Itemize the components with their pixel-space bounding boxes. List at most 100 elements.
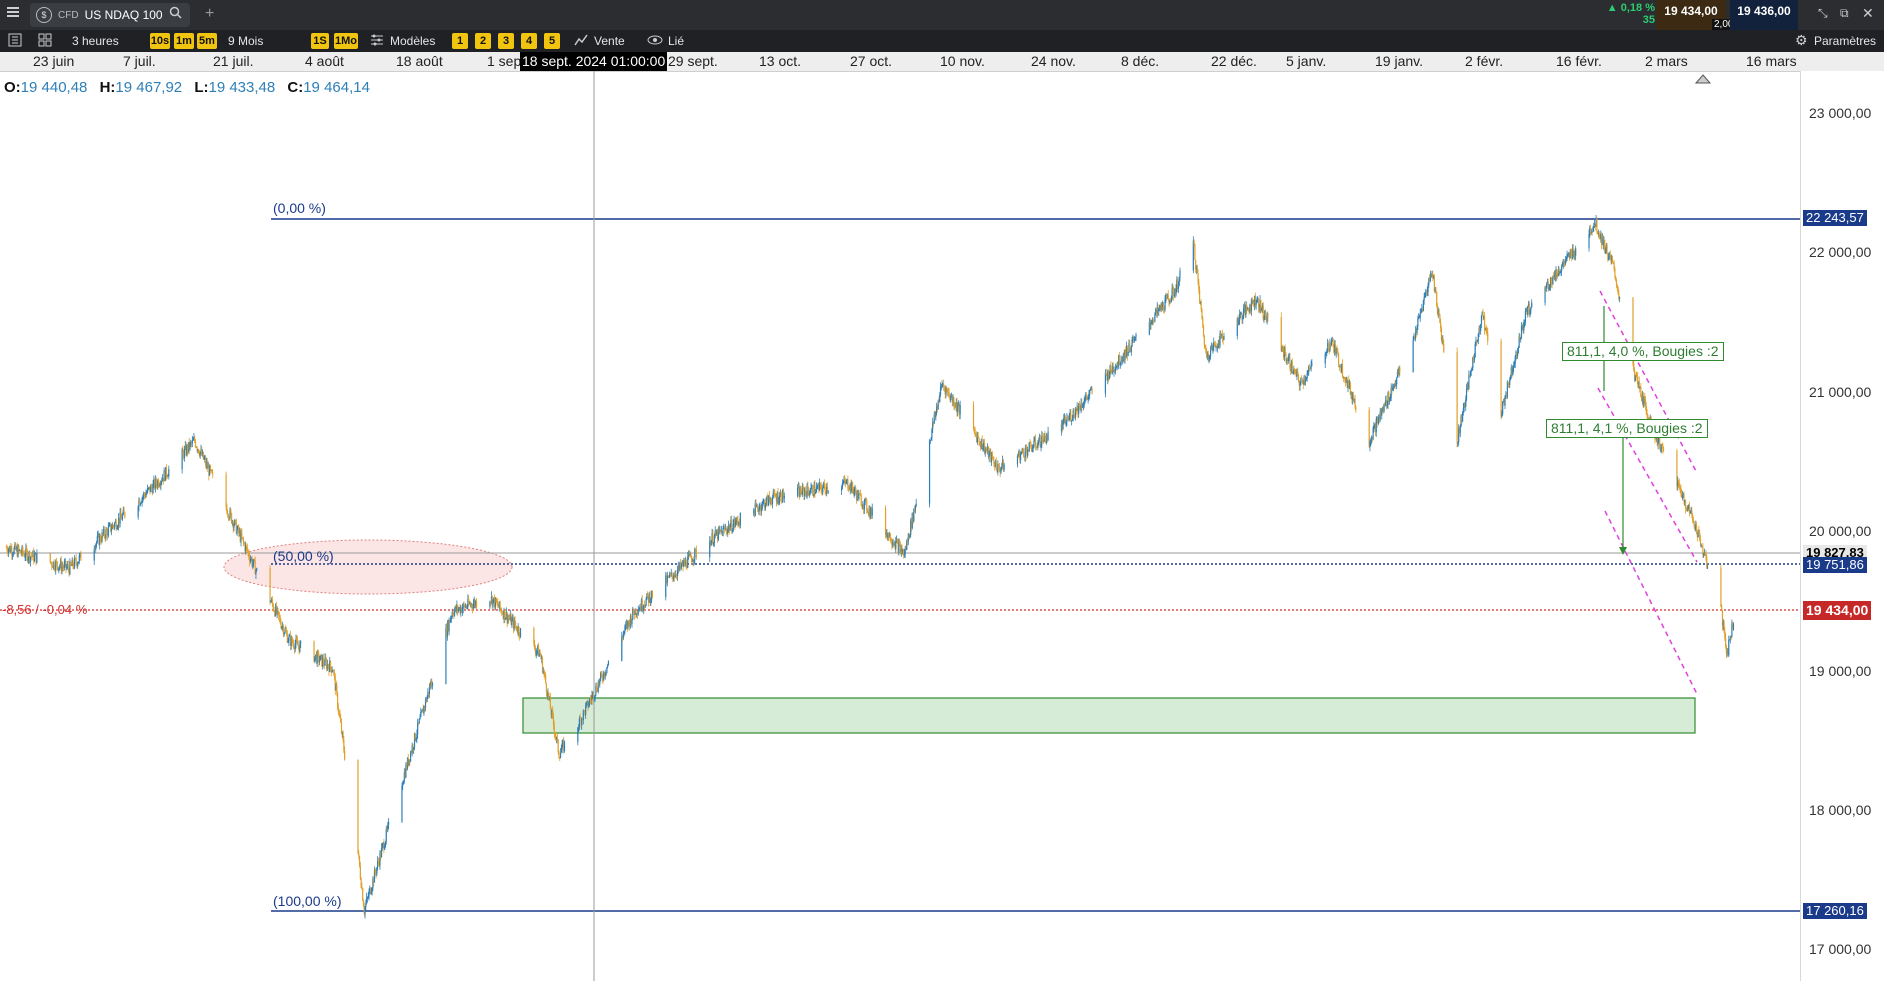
candle-body bbox=[1202, 325, 1205, 336]
collapse-icon[interactable]: ⤡ bbox=[1818, 6, 1828, 21]
quick-3-button[interactable]: 3 bbox=[498, 33, 514, 49]
candle-body bbox=[225, 474, 227, 508]
popout-icon[interactable]: ⧉ bbox=[1840, 6, 1849, 21]
measure-annotation-2[interactable]: 811,1, 4,1 %, Bougies :2 bbox=[1546, 419, 1708, 438]
buy-quote-button[interactable]: 19 436,00 bbox=[1730, 0, 1798, 30]
candle-body bbox=[1500, 340, 1502, 417]
candle-body bbox=[1560, 266, 1563, 272]
date-label: 2 févr. bbox=[1465, 53, 1504, 69]
date-label: 21 juil. bbox=[213, 53, 254, 69]
linked-button[interactable]: Lié bbox=[668, 33, 698, 49]
candle-body bbox=[499, 601, 501, 609]
quick-2-button[interactable]: 2 bbox=[475, 33, 491, 49]
up-arrow-icon: ▲ bbox=[1606, 2, 1618, 14]
ohlc-readout: O:19 440,48 H:19 467,92 L:19 433,48 C:19… bbox=[4, 79, 378, 96]
candle-body bbox=[241, 532, 243, 538]
date-label: 24 nov. bbox=[1031, 53, 1076, 69]
candle-body bbox=[545, 675, 547, 684]
quick-1-button[interactable]: 1 bbox=[452, 33, 468, 49]
candle-body bbox=[671, 572, 673, 576]
date-label: 8 déc. bbox=[1121, 53, 1160, 69]
date-label: 1 sep bbox=[487, 53, 522, 69]
price-chart[interactable] bbox=[0, 71, 1800, 981]
models-button[interactable]: Modèles bbox=[390, 33, 442, 49]
candle-body bbox=[1223, 335, 1225, 340]
candle-body bbox=[1720, 567, 1722, 607]
chart-area[interactable]: O:19 440,48 H:19 467,92 L:19 433,48 C:19… bbox=[0, 71, 1800, 981]
candle-body bbox=[183, 448, 186, 458]
models-icon[interactable] bbox=[370, 33, 384, 52]
range-select[interactable]: 9 Mois bbox=[228, 33, 276, 49]
range-1mo-button[interactable]: 1Mo bbox=[334, 33, 358, 49]
candle-body bbox=[871, 508, 873, 516]
timeframe-select[interactable]: 3 heures bbox=[72, 33, 124, 49]
add-tab-button[interactable]: + bbox=[205, 5, 214, 23]
date-label: 7 juil. bbox=[123, 53, 156, 69]
candle-body bbox=[107, 526, 109, 536]
quick-5-button[interactable]: 5 bbox=[544, 33, 560, 49]
fib-100-price-tag: 17 260,16 bbox=[1803, 903, 1867, 919]
close-icon[interactable]: ✕ bbox=[1862, 5, 1874, 22]
tf-5m-button[interactable]: 5m bbox=[197, 33, 217, 49]
candle-body bbox=[1575, 248, 1577, 256]
candle-body bbox=[80, 552, 82, 561]
price-axis[interactable]: 23 000,00 22 000,00 21 000,00 20 000,00 … bbox=[1800, 71, 1884, 981]
candle-body bbox=[1663, 448, 1665, 451]
settings-gear-icon[interactable]: ⚙ bbox=[1795, 32, 1808, 49]
candle-body bbox=[1199, 289, 1201, 303]
date-label: 2 mars bbox=[1645, 53, 1688, 69]
menu-icon[interactable] bbox=[6, 5, 20, 24]
candle-body bbox=[77, 563, 79, 567]
candle-body bbox=[1487, 332, 1489, 341]
instrument-tab[interactable]: $ CFD US NDAQ 100 bbox=[30, 3, 190, 27]
date-label: 19 janv. bbox=[1375, 53, 1423, 69]
change-box: ▲ 0,18 % 35 bbox=[1593, 0, 1655, 30]
candle-body bbox=[165, 467, 168, 477]
tf-10s-button[interactable]: 10s bbox=[150, 33, 170, 49]
candle-body bbox=[181, 449, 183, 470]
candle-body bbox=[607, 660, 610, 666]
tf-1m-button[interactable]: 1m bbox=[174, 33, 194, 49]
date-label: 10 nov. bbox=[940, 53, 985, 69]
candle-body bbox=[559, 752, 562, 758]
candle-body bbox=[124, 512, 126, 518]
candle-body bbox=[1480, 315, 1483, 325]
candle-body bbox=[1217, 347, 1219, 349]
candle-body bbox=[1341, 363, 1344, 377]
crosshair-date-label: 18 sept. 2024 01:00:00 bbox=[520, 52, 668, 71]
candle-body bbox=[739, 513, 741, 526]
search-icon[interactable] bbox=[169, 6, 182, 24]
candle-body bbox=[1154, 314, 1156, 321]
open-value: 19 440,48 bbox=[20, 79, 88, 96]
price-label: 18 000,00 bbox=[1809, 802, 1872, 818]
range-1s-button[interactable]: 1S bbox=[311, 33, 329, 49]
date-label: 16 févr. bbox=[1556, 53, 1602, 69]
candle-body bbox=[1531, 302, 1533, 308]
candle-body bbox=[858, 493, 860, 499]
panel-icon[interactable] bbox=[8, 33, 22, 52]
candle-body bbox=[515, 625, 517, 627]
candle-body bbox=[121, 514, 124, 520]
candle-body bbox=[1517, 347, 1519, 353]
resistance-ellipse[interactable] bbox=[223, 539, 513, 595]
support-zone[interactable] bbox=[522, 697, 1696, 734]
candle-body bbox=[288, 636, 290, 642]
candle-body bbox=[359, 866, 361, 879]
chart-toolbar: 3 heures 10s 1m 5m 9 Mois 1S 1Mo Modèles… bbox=[0, 30, 1884, 52]
candle-body bbox=[695, 549, 697, 558]
candle-body bbox=[114, 523, 116, 528]
close-label: C: bbox=[287, 79, 304, 96]
vente-button[interactable]: Vente bbox=[594, 33, 634, 49]
open-label: O: bbox=[4, 79, 21, 96]
date-label: 4 août bbox=[305, 53, 344, 69]
scroll-top-icon[interactable] bbox=[1694, 74, 1712, 84]
candle-body bbox=[1596, 218, 1598, 232]
layout-icon[interactable] bbox=[38, 33, 52, 52]
measure-annotation-1[interactable]: 811,1, 4,0 %, Bougies :2 bbox=[1562, 342, 1724, 361]
candle-body bbox=[1417, 318, 1419, 327]
date-axis: 23 juin 7 juil. 21 juil. 4 août 18 août … bbox=[0, 52, 1884, 72]
quick-4-button[interactable]: 4 bbox=[521, 33, 537, 49]
channel-upper-line[interactable] bbox=[1599, 290, 1698, 474]
settings-button[interactable]: Paramètres bbox=[1810, 33, 1880, 49]
high-value: 19 467,92 bbox=[115, 79, 183, 96]
